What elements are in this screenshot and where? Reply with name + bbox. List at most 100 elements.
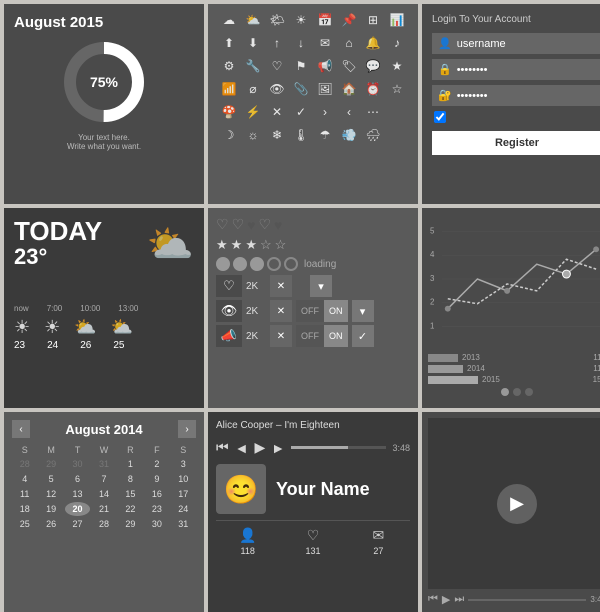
panel-weather: TODAY 23° ⛅ now 7:00 10:00 13:00 ☀ ☀ ⛅ ⛅… [4, 208, 204, 408]
cal-day-17[interactable]: 17 [171, 487, 196, 501]
cal-day-31b[interactable]: 31 [171, 517, 196, 531]
photo-icon: 🖼 [315, 79, 335, 99]
cal-day-27[interactable]: 27 [65, 517, 90, 531]
cal-day-26[interactable]: 26 [38, 517, 63, 531]
cal-day-10[interactable]: 10 [171, 472, 196, 486]
cal-day-15[interactable]: 15 [118, 487, 143, 501]
panel1-title: August 2015 [14, 14, 103, 31]
cal-day-29b[interactable]: 29 [118, 517, 143, 531]
toggle-switch-3[interactable]: OFF ON [296, 325, 348, 347]
toggle-x-1[interactable]: ✕ [270, 275, 292, 297]
toggle-count-2: 2K [246, 306, 266, 317]
cal-day-4[interactable]: 4 [12, 472, 37, 486]
cal-day-6[interactable]: 6 [65, 472, 90, 486]
register-button[interactable]: Register [432, 131, 600, 155]
scroll-dot-2[interactable] [513, 388, 521, 396]
toggle-on-2[interactable]: ON [324, 300, 348, 322]
username-field[interactable]: 👤 ☑ [432, 33, 600, 54]
snow-icon: ❄ [267, 125, 287, 145]
next-button[interactable]: ► [271, 440, 285, 456]
time-1000: 10:00 [80, 304, 100, 313]
scroll-dot-3[interactable] [525, 388, 533, 396]
weather-times: now 7:00 10:00 13:00 [14, 304, 194, 313]
video-play-button[interactable]: ▶ [497, 484, 537, 524]
toggle-row-1: ♡ 2K ✕ ▾ [216, 275, 410, 297]
password-input[interactable] [457, 64, 599, 76]
username-input[interactable] [457, 38, 599, 50]
cal-day-28b[interactable]: 28 [91, 517, 116, 531]
progress-bar[interactable] [291, 446, 386, 449]
toggle-count-3: 2K [246, 331, 266, 342]
cal-day-7[interactable]: 7 [91, 472, 116, 486]
password-field[interactable]: 🔒 ☑ [432, 59, 600, 80]
cal-day-24[interactable]: 24 [171, 502, 196, 516]
heart-icon: ♡ [267, 56, 287, 76]
agree-checkbox[interactable] [434, 111, 446, 123]
cal-day-25[interactable]: 25 [12, 517, 37, 531]
toggle-off-3[interactable]: OFF [296, 325, 324, 347]
toggle-off-2[interactable]: OFF [296, 300, 324, 322]
dot-2 [233, 257, 247, 271]
profile-tab-users[interactable]: 👤 118 [216, 527, 279, 556]
cal-hdr-w: W [91, 444, 116, 456]
cal-day-1[interactable]: 1 [118, 457, 143, 471]
toggle-check-2[interactable]: ▾ [352, 300, 374, 322]
time-display: 3:48 [392, 443, 410, 453]
cal-day-3[interactable]: 3 [171, 457, 196, 471]
cal-day-29[interactable]: 29 [38, 457, 63, 471]
chart-legend: 2013 110 2014 114 2015 154 [428, 353, 600, 384]
prev-button[interactable]: ◄ [235, 440, 249, 456]
grid-icon: ⊞ [363, 10, 383, 30]
toggle-on-3[interactable]: ON [324, 325, 348, 347]
cal-day-18[interactable]: 18 [12, 502, 37, 516]
panel-ui-elements: ♡ ♡ ♥ ♡ ♥ ★ ★ ★ ☆ ☆ loading ♡ 2K ✕ [208, 208, 418, 408]
profile-tabs: 👤 118 ♡ 131 ✉ 27 [216, 520, 410, 556]
donut-chart: 75% [59, 37, 149, 127]
toggle-check-3[interactable]: ✓ [352, 325, 374, 347]
toggle-switch-2[interactable]: OFF ON [296, 300, 348, 322]
cal-day-21[interactable]: 21 [91, 502, 116, 516]
cal-day-22[interactable]: 22 [118, 502, 143, 516]
cal-day-8[interactable]: 8 [118, 472, 143, 486]
rewind-button[interactable]: ⏮ [216, 439, 229, 456]
cal-day-19[interactable]: 19 [38, 502, 63, 516]
hearts-count: 131 [305, 546, 320, 556]
scroll-dot-1[interactable] [501, 388, 509, 396]
cal-day-5[interactable]: 5 [38, 472, 63, 486]
play-button[interactable]: ▶ [254, 439, 265, 456]
toggle-x-3[interactable]: ✕ [270, 325, 292, 347]
password2-input[interactable] [457, 90, 599, 102]
cal-day-16[interactable]: 16 [144, 487, 169, 501]
song-title: Alice Cooper – I'm Eighteen [216, 420, 410, 431]
cal-day-23[interactable]: 23 [144, 502, 169, 516]
toggle-check-1[interactable]: ▾ [310, 275, 332, 297]
cal-day-30[interactable]: 30 [65, 457, 90, 471]
forecast-temps: 23 24 26 25 [14, 340, 194, 351]
cal-day-2[interactable]: 2 [144, 457, 169, 471]
cal-next-button[interactable]: › [178, 420, 196, 438]
legend-label-2015: 2015 [482, 375, 500, 384]
cal-day-31[interactable]: 31 [91, 457, 116, 471]
toggle-mega-icon: 📣 [216, 325, 242, 347]
cal-day-28[interactable]: 28 [12, 457, 37, 471]
cal-day-12[interactable]: 12 [38, 487, 63, 501]
svg-text:5: 5 [430, 227, 435, 236]
cal-day-20-today[interactable]: 20 [65, 502, 90, 516]
agree-row[interactable] [432, 111, 600, 123]
cal-day-30b[interactable]: 30 [144, 517, 169, 531]
password2-field[interactable]: 🔐 ☑ [432, 85, 600, 106]
toggle-x-2[interactable]: ✕ [270, 300, 292, 322]
cal-day-13[interactable]: 13 [65, 487, 90, 501]
cal-day-14[interactable]: 14 [91, 487, 116, 501]
profile-tab-mail[interactable]: ✉ 27 [347, 527, 410, 556]
user-field-icon: 👤 [438, 37, 452, 50]
cal-day-9[interactable]: 9 [144, 472, 169, 486]
legend-2013: 2013 110 [428, 353, 600, 362]
cal-prev-button[interactable]: ‹ [12, 420, 30, 438]
profile-tab-hearts[interactable]: ♡ 131 [281, 527, 344, 556]
chart-icon: 📊 [387, 10, 407, 30]
cal-day-11[interactable]: 11 [12, 487, 37, 501]
fc-icon-4: ⛅ [111, 317, 133, 338]
flag-icon: ⚑ [291, 56, 311, 76]
time-700: 7:00 [47, 304, 63, 313]
